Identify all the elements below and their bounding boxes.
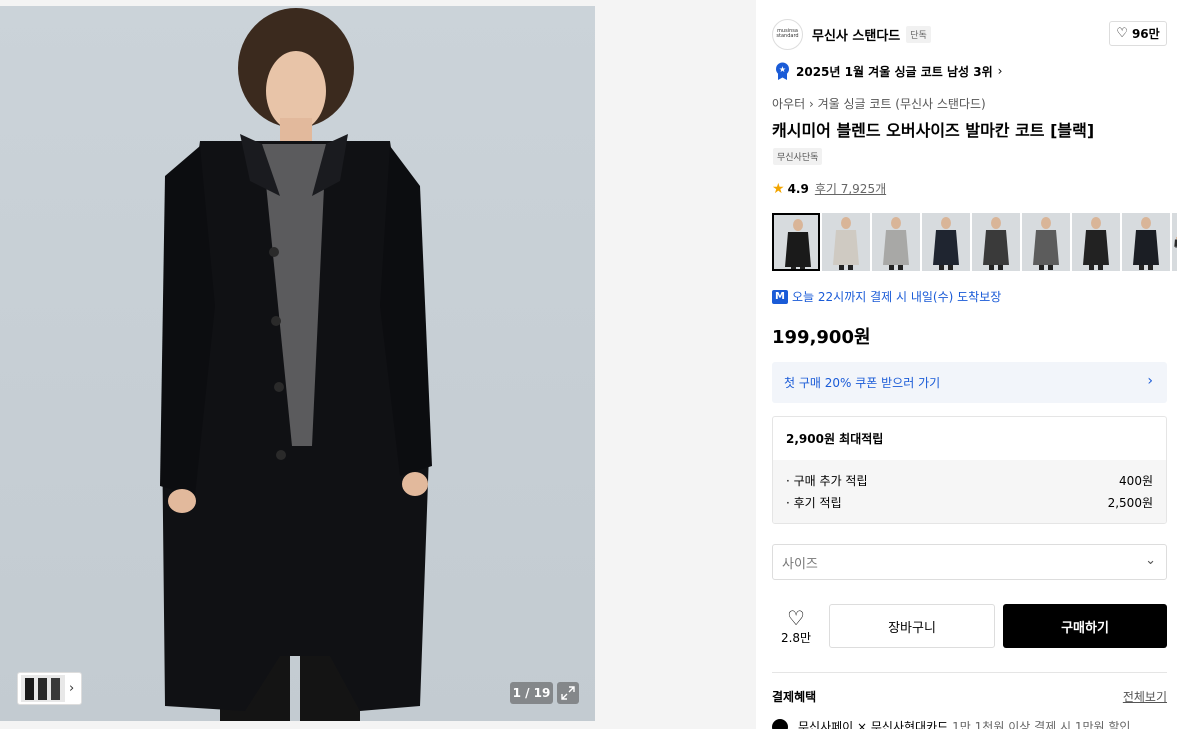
delivery-guarantee: M 오늘 22시까지 결제 시 내일(수) 도착보장	[772, 288, 1001, 305]
heart-icon: ♡	[787, 605, 805, 630]
brand-like-button[interactable]: ♡ 96만	[1109, 21, 1167, 46]
model-in-coat-illustration	[160, 8, 432, 721]
color-thumbnail-mid-gray[interactable]	[1022, 213, 1070, 271]
size-select[interactable]: 사이즈 ⌄	[772, 544, 1167, 580]
reviews-link[interactable]: 후기 7,925개	[815, 180, 886, 197]
chevron-right-icon: ›	[997, 64, 1003, 78]
image-counter: 1 / 19	[510, 682, 553, 704]
divider	[772, 672, 1167, 673]
color-thumbnails	[772, 213, 1177, 271]
points-row: · 후기 적립 2,500원	[786, 492, 1153, 514]
expand-icon[interactable]	[557, 682, 579, 704]
benefit-item: 무신사페이 × 무신사현대카드 1만 1천원 이상 결제 시 1만원 할인	[772, 718, 1130, 729]
gallery-thumbnail-preview	[21, 675, 65, 702]
rating-score: 4.9	[787, 181, 809, 196]
benefit-item-title: 무신사페이 × 무신사현대카드	[798, 720, 949, 729]
wishlist-button[interactable]: ♡ 2.8만	[772, 604, 820, 648]
size-select-placeholder: 사이즈	[782, 556, 818, 572]
brand-row: musinsa standard 무신사 스탠다드 단독 ♡ 96만	[772, 18, 1167, 50]
points-row-value: 2,500원	[1107, 496, 1153, 510]
rating-row: ★ 4.9 후기 7,925개	[772, 180, 886, 197]
star-icon: ★	[772, 180, 785, 197]
color-thumbnail-light-beige[interactable]	[822, 213, 870, 271]
points-row: · 구매 추가 적립 400원	[786, 470, 1153, 492]
wishlist-count: 2.8만	[780, 630, 812, 645]
card-logo-icon	[772, 718, 788, 729]
view-all-benefits-link[interactable]: 전체보기	[1123, 688, 1167, 705]
brand-logo[interactable]: musinsa standard	[772, 18, 803, 50]
brand-like-count: 96만	[1131, 27, 1160, 41]
color-thumbnail-black[interactable]	[772, 213, 820, 271]
points-box: 2,900원 최대적립 · 구매 추가 적립 400원 · 후기 적립 2,50…	[772, 416, 1167, 524]
color-thumbnail-black-2[interactable]	[1072, 213, 1120, 271]
points-detail: · 구매 추가 적립 400원 · 후기 적립 2,500원	[773, 460, 1166, 523]
ranking-link[interactable]: ★ 2025년 1월 겨울 싱글 코트 남성 3위 ›	[775, 62, 1002, 80]
color-thumbnail-gray[interactable]	[872, 213, 920, 271]
product-title: 캐시미어 블렌드 오버사이즈 발마칸 코트 [블랙]	[772, 121, 1095, 140]
delivery-text: 오늘 22시까지 결제 시 내일(수) 도착보장	[792, 290, 1002, 304]
points-row-label: · 구매 추가 적립	[786, 474, 868, 488]
award-badge-icon: ★	[776, 62, 789, 80]
add-to-cart-button[interactable]: 장바구니	[829, 604, 995, 648]
brand-exclusive-tag: 단독	[906, 25, 931, 43]
breadcrumb-item-outer[interactable]: 아우터	[772, 97, 805, 111]
chevron-right-icon: ›	[69, 681, 75, 696]
color-thumbnail-charcoal[interactable]	[972, 213, 1020, 271]
exclusive-tag: 무신사단독	[773, 148, 823, 165]
benefit-item-desc: 1만 1천원 이상 결제 시 1만원 할인	[952, 720, 1131, 729]
chevron-right-icon: ›	[808, 97, 818, 111]
breadcrumb: 아우터 › 겨울 싱글 코트 (무신사 스탠다드)	[772, 95, 986, 112]
color-thumbnail-navy-black[interactable]	[1122, 213, 1170, 271]
buy-now-button[interactable]: 구매하기	[1003, 604, 1167, 648]
points-row-value: 400원	[1119, 474, 1153, 488]
coupon-banner[interactable]: 첫 구매 20% 쿠폰 받으러 가기 ›	[772, 362, 1167, 403]
brand-name[interactable]: 무신사 스탠다드	[812, 25, 900, 44]
heart-icon: ♡	[1116, 26, 1128, 41]
color-thumbnail-partial[interactable]	[1172, 213, 1177, 271]
ranking-text: 2025년 1월 겨울 싱글 코트 남성 3위	[796, 64, 993, 79]
chevron-down-icon: ⌄	[1145, 553, 1156, 568]
product-main-image[interactable]	[0, 6, 595, 721]
points-max: 2,900원 최대적립	[786, 432, 884, 446]
gallery-thumbnail-strip[interactable]: ›	[17, 672, 82, 705]
breadcrumb-item-category[interactable]: 겨울 싱글 코트 (무신사 스탠다드)	[818, 97, 986, 111]
svg-text:★: ★	[779, 65, 786, 74]
chevron-right-icon: ›	[1147, 373, 1153, 389]
points-row-label: · 후기 적립	[786, 496, 842, 510]
payment-benefits-title: 결제혜택	[772, 690, 817, 704]
coupon-text: 첫 구매 20% 쿠폰 받으러 가기	[784, 376, 941, 390]
color-thumbnail-dark-scene[interactable]	[922, 213, 970, 271]
musinsa-delivery-icon: M	[772, 289, 788, 304]
product-price: 199,900원	[772, 327, 871, 348]
